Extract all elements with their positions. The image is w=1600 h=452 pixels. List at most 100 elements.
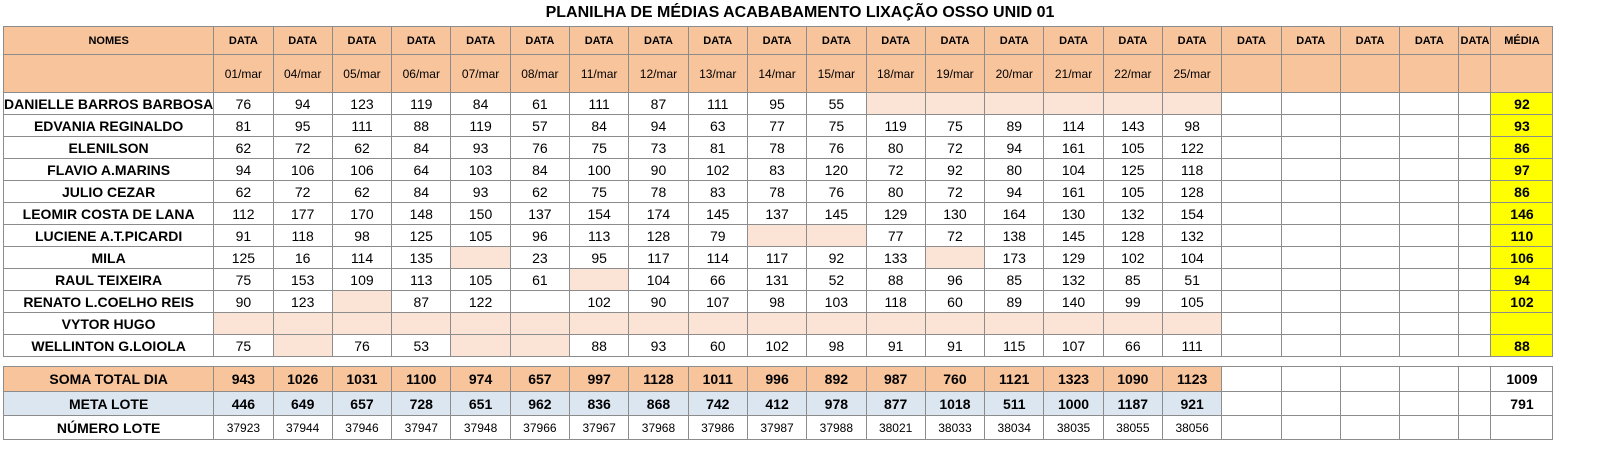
value-cell[interactable]: 91 (865, 334, 926, 357)
value-cell[interactable] (924, 312, 986, 335)
value-cell[interactable] (865, 312, 926, 335)
value-cell[interactable]: 132 (1102, 202, 1163, 225)
average-cell[interactable]: 106 (1490, 246, 1554, 269)
value-cell[interactable]: 75 (569, 136, 630, 159)
lote-value[interactable]: 37986 (687, 415, 748, 440)
value-cell[interactable]: 91 (924, 334, 986, 357)
value-cell[interactable]: 94 (984, 180, 1045, 203)
lote-value[interactable]: 37948 (450, 415, 511, 440)
empty-cell[interactable] (1339, 366, 1401, 392)
header-date[interactable]: 25/mar (1161, 54, 1223, 93)
spacer-cell[interactable] (1281, 356, 1341, 367)
spacer-cell[interactable] (806, 356, 866, 367)
empty-cell[interactable] (1221, 415, 1282, 440)
empty-cell[interactable] (1280, 290, 1341, 313)
value-cell[interactable]: 145 (687, 202, 748, 225)
value-cell[interactable]: 98 (331, 224, 393, 247)
lote-value[interactable]: 37947 (391, 415, 452, 440)
soma-value[interactable]: 1128 (628, 366, 689, 392)
header-data-label[interactable]: DATA (450, 26, 511, 55)
empty-cell[interactable] (1458, 391, 1492, 416)
empty-cell[interactable] (1221, 246, 1282, 269)
header-data-label[interactable]: DATA (1339, 26, 1401, 55)
header-names[interactable]: NOMES (2, 26, 215, 55)
value-cell[interactable]: 161 (1043, 180, 1104, 203)
empty-cell[interactable] (1221, 180, 1282, 203)
value-cell[interactable]: 106 (272, 158, 333, 181)
meta-value[interactable]: 742 (687, 391, 748, 416)
value-cell[interactable]: 78 (628, 180, 689, 203)
header-date[interactable]: 06/mar (391, 54, 452, 93)
employee-name[interactable]: WELLINTON G.LOIOLA (2, 334, 215, 357)
empty-cell[interactable] (1221, 312, 1282, 335)
empty-cell[interactable] (1458, 334, 1492, 357)
value-cell[interactable]: 84 (391, 136, 452, 159)
value-cell[interactable]: 81 (213, 114, 274, 137)
empty-cell[interactable] (1399, 92, 1460, 115)
lote-value[interactable]: 37923 (213, 415, 274, 440)
meta-value[interactable]: 836 (569, 391, 630, 416)
meta-value[interactable]: 868 (628, 391, 689, 416)
header-date[interactable] (1399, 54, 1460, 93)
value-cell[interactable]: 72 (924, 224, 986, 247)
value-cell[interactable]: 138 (984, 224, 1045, 247)
value-cell[interactable]: 61 (509, 92, 571, 115)
empty-cell[interactable] (1339, 268, 1401, 291)
value-cell[interactable]: 129 (865, 202, 926, 225)
header-blank-cell[interactable] (2, 54, 215, 93)
spacer-cell[interactable] (1490, 356, 1553, 367)
lote-value[interactable]: 38021 (865, 415, 926, 440)
value-cell[interactable]: 120 (806, 158, 867, 181)
value-cell[interactable] (331, 290, 393, 313)
lote-value[interactable]: 37987 (746, 415, 808, 440)
lote-label[interactable]: NÚMERO LOTE (2, 415, 215, 440)
value-cell[interactable] (1043, 92, 1104, 115)
value-cell[interactable]: 76 (806, 180, 867, 203)
lote-value[interactable]: 38035 (1043, 415, 1104, 440)
header-data-label[interactable]: DATA (331, 26, 393, 55)
value-cell[interactable]: 62 (331, 180, 393, 203)
value-cell[interactable]: 85 (984, 268, 1045, 291)
header-data-label[interactable]: DATA (1280, 26, 1341, 55)
header-data-label[interactable]: DATA (1399, 26, 1460, 55)
empty-cell[interactable] (1280, 415, 1341, 440)
empty-cell[interactable] (1280, 114, 1341, 137)
value-cell[interactable]: 107 (687, 290, 748, 313)
value-cell[interactable]: 102 (687, 158, 748, 181)
value-cell[interactable]: 119 (450, 114, 511, 137)
value-cell[interactable]: 88 (391, 114, 452, 137)
soma-value[interactable]: 892 (806, 366, 867, 392)
value-cell[interactable] (509, 334, 571, 357)
value-cell[interactable]: 61 (509, 268, 571, 291)
value-cell[interactable]: 137 (509, 202, 571, 225)
value-cell[interactable]: 93 (450, 180, 511, 203)
value-cell[interactable]: 16 (272, 246, 333, 269)
value-cell[interactable]: 77 (865, 224, 926, 247)
value-cell[interactable]: 143 (1102, 114, 1163, 137)
empty-cell[interactable] (1339, 136, 1401, 159)
spacer-cell[interactable] (569, 356, 629, 367)
value-cell[interactable] (391, 312, 452, 335)
header-data-label[interactable]: DATA (1221, 26, 1282, 55)
empty-cell[interactable] (1221, 334, 1282, 357)
value-cell[interactable]: 76 (509, 136, 571, 159)
empty-cell[interactable] (1221, 224, 1282, 247)
empty-cell[interactable] (1280, 224, 1341, 247)
value-cell[interactable]: 52 (806, 268, 867, 291)
header-date[interactable]: 08/mar (509, 54, 571, 93)
empty-cell[interactable] (1458, 290, 1492, 313)
soma-value[interactable]: 657 (509, 366, 571, 392)
value-cell[interactable]: 80 (865, 136, 926, 159)
value-cell[interactable]: 173 (984, 246, 1045, 269)
value-cell[interactable] (569, 312, 630, 335)
value-cell[interactable]: 148 (391, 202, 452, 225)
header-date[interactable]: 04/mar (272, 54, 333, 93)
value-cell[interactable]: 123 (272, 290, 333, 313)
value-cell[interactable]: 80 (865, 180, 926, 203)
spacer-cell[interactable] (1458, 356, 1491, 367)
value-cell[interactable]: 89 (984, 114, 1045, 137)
soma-value[interactable]: 974 (450, 366, 511, 392)
value-cell[interactable]: 111 (569, 92, 630, 115)
spacer-cell[interactable] (332, 356, 392, 367)
value-cell[interactable] (509, 290, 571, 313)
